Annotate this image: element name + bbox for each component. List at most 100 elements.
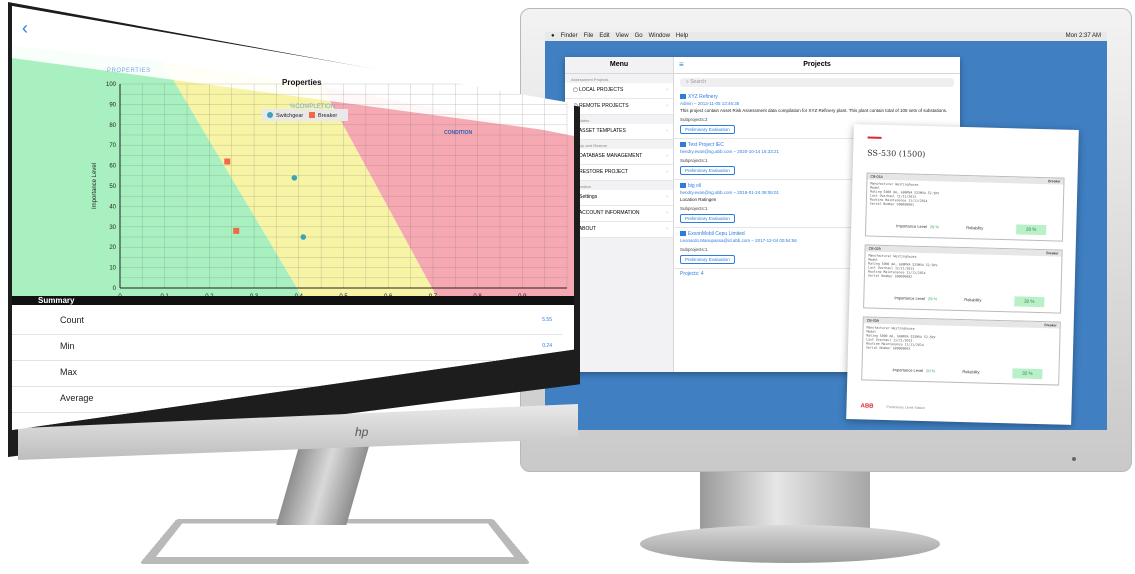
menu-item[interactable]: ▢ ASSET TEMPLATES› <box>565 124 673 140</box>
asset-id: CB-01A <box>870 174 883 179</box>
hp-logo: hp <box>355 425 369 439</box>
reliability-value: 20 % <box>1016 224 1047 236</box>
project-name: big oil <box>688 183 702 189</box>
chevron-right-icon: › <box>666 103 668 109</box>
summary-label: Summary <box>38 296 75 305</box>
breaker-point <box>224 158 231 165</box>
summary-row-value: 5.55 <box>542 317 552 323</box>
reliability-label: Reliability <box>966 225 984 231</box>
y-tick-label: 40 <box>109 204 116 210</box>
monitor-base <box>640 525 940 563</box>
summary-row: Count 5.55 <box>12 308 562 335</box>
mac-menu-item[interactable]: Window <box>649 33 670 39</box>
left-monitor-base <box>139 518 531 565</box>
summary-row-label: Min <box>60 341 75 351</box>
preliminary-evaluation-button[interactable]: Preliminary Evaluation <box>680 125 735 134</box>
preliminary-evaluation-button[interactable]: Preliminary Evaluation <box>680 255 735 264</box>
project-description: This project contain Asset Risk Assessme… <box>680 108 948 113</box>
sidebar-menu: Menu Assessment Projects ▢ LOCAL PROJECTS… <box>565 57 674 372</box>
folder-icon <box>680 183 686 189</box>
chevron-right-icon: › <box>666 128 668 134</box>
summary-row-label: Max <box>60 367 78 377</box>
tab-completion[interactable]: %COMPLETION <box>290 104 335 110</box>
legend-switchgear-label: Switchgear <box>276 113 303 119</box>
summary-row: Min 0.24 <box>12 334 562 361</box>
menu-item[interactable]: ▢ Settings› <box>565 190 673 206</box>
importance-value: 29 % <box>929 224 940 230</box>
mac-menu-item[interactable]: Edit <box>599 33 609 39</box>
menu-section-label: Information <box>571 184 592 189</box>
legend-switchgear-marker <box>267 112 273 118</box>
folder-icon <box>680 231 686 237</box>
y-tick-label: 30 <box>109 225 116 231</box>
preliminary-evaluation-button[interactable]: Preliminary Evaluation <box>680 166 735 175</box>
project-name: ExxonMobil Cepu Limited <box>688 231 745 237</box>
chevron-right-icon: › <box>666 87 668 93</box>
importance-value: 20 % <box>926 368 936 374</box>
summary-row-label: Count <box>60 315 85 325</box>
mac-menu-item[interactable]: Finder <box>561 33 578 39</box>
chevron-right-icon: › <box>666 194 668 200</box>
menu-item[interactable]: ▢ ACCOUNT INFORMATION› <box>565 206 673 222</box>
switchgear-point <box>300 234 307 240</box>
menu-item[interactable]: ▢ LOCAL PROJECTS › <box>565 83 673 99</box>
y-axis-label: Importance Level <box>92 163 98 209</box>
mac-menu-item[interactable]: Help <box>676 33 688 39</box>
asset-card: CB-02A Breaker Manufacturer Westinghouse M… <box>863 244 1063 314</box>
project-meta: Admin – 2013-11-05 13:46:35 <box>680 101 740 106</box>
chevron-right-icon: › <box>666 226 668 232</box>
report-title: SS-530 (1500) <box>867 148 926 159</box>
importance-value: 29 % <box>927 296 938 302</box>
switchgear-point <box>291 175 298 181</box>
project-name: XYZ Refinery <box>688 94 718 100</box>
apple-icon[interactable]: ● <box>551 33 555 39</box>
importance-label: Importance Level <box>894 295 926 302</box>
asset-card: CB-03A Breaker Manufacturer Westinghouse M… <box>861 316 1061 386</box>
y-tick-label: 60 <box>109 164 116 170</box>
subprojects-count: Subprojects:2 <box>680 117 708 122</box>
menu-item[interactable]: ▢ ABOUT› <box>565 222 673 238</box>
asset-type: Breaker <box>1048 179 1061 184</box>
folder-icon <box>680 94 686 100</box>
menu-item[interactable]: ▢ REMOTE PROJECTS› <box>565 99 673 115</box>
report-document: SS-530 (1500) CB-01A Breaker Manufacturer… <box>846 124 1079 425</box>
mac-menu-item[interactable]: File <box>584 33 594 39</box>
mac-menu-item[interactable]: Go <box>635 33 643 39</box>
tab-condition[interactable]: CONDITION <box>444 130 472 136</box>
abb-logo: ABB <box>860 403 874 410</box>
risk-scatter-chart: 010203040506070809010000.10.20.30.40.50.… <box>12 6 574 306</box>
preliminary-evaluation-button[interactable]: Preliminary Evaluation <box>680 214 735 223</box>
menu-item[interactable]: ▢ RESTORE PROJECT› <box>565 165 673 181</box>
menu-item[interactable]: ▢ DATABASE MANAGEMENT› <box>565 149 673 165</box>
chevron-right-icon: › <box>666 169 668 175</box>
importance-label: Importance Level <box>896 223 927 230</box>
asset-id: CB-03A <box>866 318 880 323</box>
accent-bar <box>867 136 882 139</box>
back-chevron-icon[interactable]: ‹ <box>22 18 28 39</box>
right-monitor-screen: ● Finder File Edit View Go Window Help Mon 2:37… <box>545 32 1107 430</box>
projects-title: Projects <box>803 61 831 68</box>
search-input[interactable]: ⌕ Search <box>680 78 954 87</box>
y-tick-label: 50 <box>109 184 116 190</box>
menu-title: Menu <box>565 57 673 74</box>
asset-id: CB-02A <box>868 246 881 251</box>
tab-properties[interactable]: PROPERTIES <box>107 68 151 74</box>
summary-row-value: 0.24 <box>542 343 552 349</box>
project-name: Test Project IEC <box>688 142 724 148</box>
asset-card: CB-01A Breaker Manufacturer Westinghouse M… <box>864 172 1065 242</box>
mac-menu-item[interactable]: View <box>616 33 629 39</box>
menu-section-label: Backup and Restore <box>571 143 608 148</box>
legend-breaker-label: Breaker <box>318 113 337 119</box>
y-tick-label: 10 <box>109 266 116 272</box>
report-footer: Preliminary Level Station <box>886 405 926 411</box>
reliability-label: Reliability <box>962 369 980 375</box>
summary-row-label: Average <box>60 393 94 403</box>
y-tick-label: 90 <box>109 102 116 108</box>
folder-icon <box>680 142 686 148</box>
legend-breaker-marker <box>309 112 315 118</box>
y-tick-label: 100 <box>106 82 117 88</box>
importance-label: Importance Level <box>892 367 924 374</box>
power-indicator <box>1072 457 1076 461</box>
reliability-label: Reliability <box>964 297 982 303</box>
asset-type: Breaker <box>1044 323 1057 328</box>
